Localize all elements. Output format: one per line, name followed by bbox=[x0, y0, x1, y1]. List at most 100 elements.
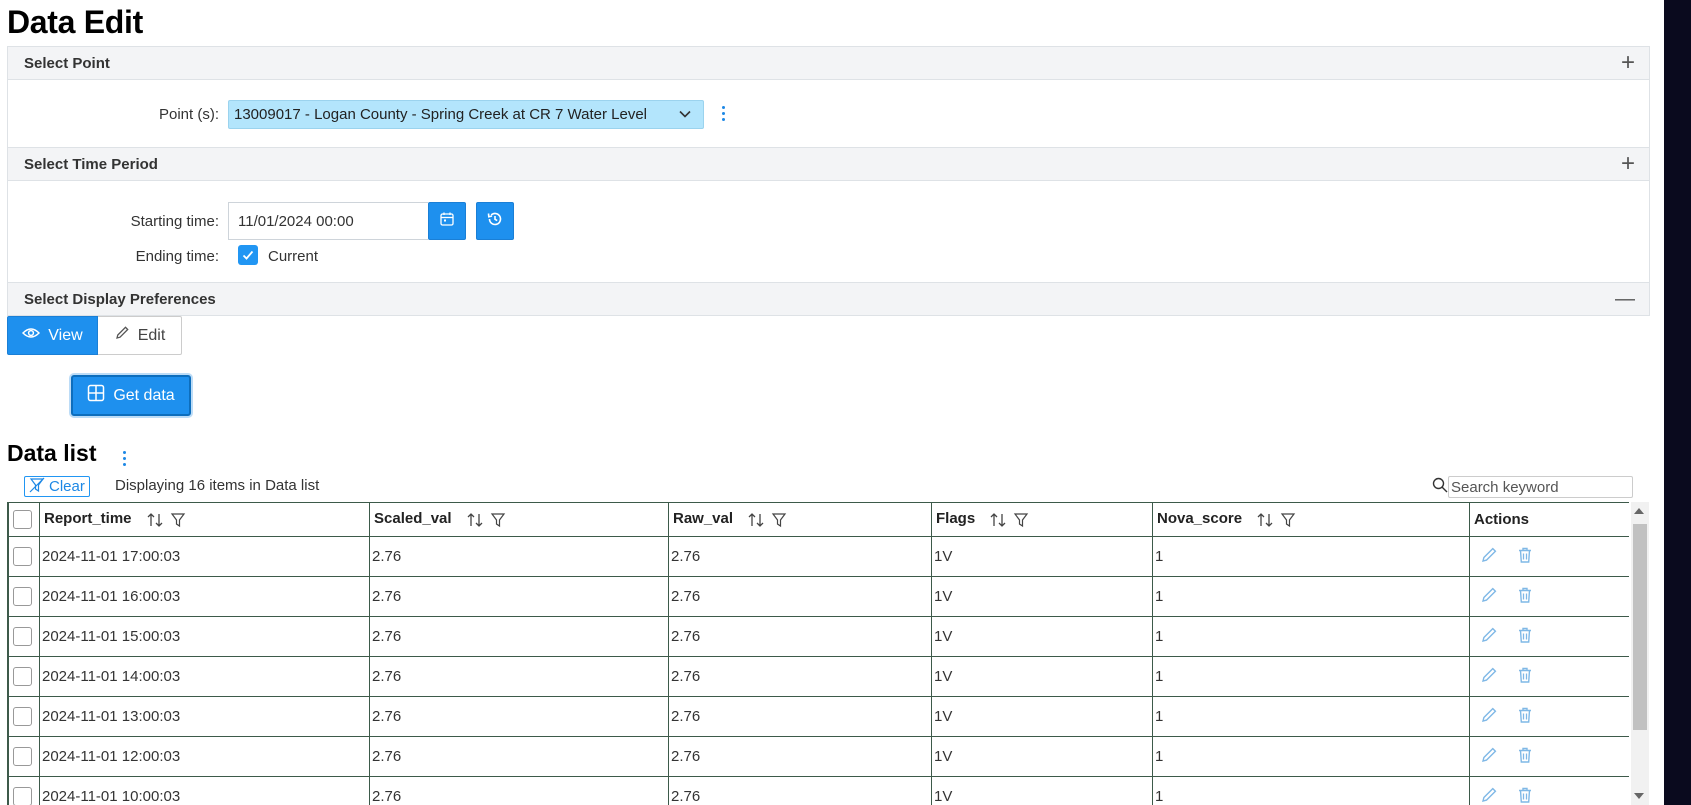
clear-filter-button[interactable]: Clear bbox=[24, 476, 90, 497]
edit-row-pencil-icon[interactable] bbox=[1480, 546, 1498, 568]
delete-row-trash-icon[interactable] bbox=[1516, 746, 1534, 768]
row-checkbox[interactable] bbox=[13, 707, 32, 726]
scroll-up-arrow[interactable] bbox=[1634, 508, 1644, 514]
row-checkbox[interactable] bbox=[13, 747, 32, 766]
delete-row-trash-icon[interactable] bbox=[1516, 546, 1534, 568]
nova-score-cell: 1 bbox=[1152, 616, 1470, 657]
grid-icon bbox=[87, 384, 105, 407]
table-row[interactable]: 2024-11-01 16:00:03 2.76 2.76 1V 1 bbox=[8, 576, 1629, 617]
raw-val-cell: 2.76 bbox=[668, 736, 932, 777]
data-list-options-icon[interactable] bbox=[123, 451, 126, 466]
edit-row-pencil-icon[interactable] bbox=[1480, 786, 1498, 805]
column-header-scaled-val[interactable]: Scaled_val bbox=[369, 502, 669, 537]
actions-cell bbox=[1469, 656, 1629, 697]
filter-icon bbox=[1280, 512, 1296, 527]
table-row[interactable]: 2024-11-01 15:00:03 2.76 2.76 1V 1 bbox=[8, 616, 1629, 657]
row-select-cell bbox=[8, 696, 40, 737]
get-data-button[interactable]: Get data bbox=[71, 375, 191, 416]
filter-icon bbox=[1013, 512, 1029, 527]
column-header-report-time[interactable]: Report_time bbox=[39, 502, 370, 537]
row-checkbox[interactable] bbox=[13, 547, 32, 566]
flags-cell: 1V bbox=[931, 656, 1153, 697]
select-all-header[interactable] bbox=[8, 502, 40, 537]
expand-point-toggle[interactable]: + bbox=[1621, 51, 1635, 75]
row-select-cell bbox=[8, 736, 40, 777]
sort-icon bbox=[1257, 512, 1273, 527]
delete-row-trash-icon[interactable] bbox=[1516, 786, 1534, 805]
reset-time-button[interactable] bbox=[476, 202, 514, 240]
row-checkbox[interactable] bbox=[13, 667, 32, 686]
scrollbar-thumb[interactable] bbox=[1633, 524, 1647, 730]
current-label: Current bbox=[268, 248, 319, 265]
sort-icon bbox=[467, 512, 483, 527]
column-header-raw-val[interactable]: Raw_val bbox=[668, 502, 932, 537]
actions-cell bbox=[1469, 736, 1629, 777]
report-time-cell: 2024-11-01 10:00:03 bbox=[39, 776, 370, 805]
edit-mode-button[interactable]: Edit bbox=[98, 316, 182, 355]
chevron-down-icon bbox=[677, 106, 693, 126]
current-checkbox[interactable] bbox=[238, 245, 258, 265]
point-select[interactable]: 13009017 - Logan County - Spring Creek a… bbox=[228, 100, 704, 129]
delete-row-trash-icon[interactable] bbox=[1516, 706, 1534, 728]
table-row[interactable]: 2024-11-01 13:00:03 2.76 2.76 1V 1 bbox=[8, 696, 1629, 737]
nova-score-cell: 1 bbox=[1152, 536, 1470, 577]
edit-row-pencil-icon[interactable] bbox=[1480, 706, 1498, 728]
row-select-cell bbox=[8, 616, 40, 657]
scaled-val-cell: 2.76 bbox=[369, 576, 669, 617]
point-label: Point (s): bbox=[158, 106, 219, 123]
scroll-down-arrow[interactable] bbox=[1634, 793, 1644, 799]
sort-icon bbox=[990, 512, 1006, 527]
column-header-flags[interactable]: Flags bbox=[931, 502, 1153, 537]
table-row[interactable]: 2024-11-01 10:00:03 2.76 2.76 1V 1 bbox=[8, 776, 1629, 805]
nova-score-cell: 1 bbox=[1152, 696, 1470, 737]
edit-row-pencil-icon[interactable] bbox=[1480, 586, 1498, 608]
table-row[interactable]: 2024-11-01 14:00:03 2.76 2.76 1V 1 bbox=[8, 656, 1629, 697]
expand-time-toggle[interactable]: + bbox=[1621, 152, 1635, 176]
delete-row-trash-icon[interactable] bbox=[1516, 626, 1534, 648]
raw-val-cell: 2.76 bbox=[668, 776, 932, 805]
edit-row-pencil-icon[interactable] bbox=[1480, 746, 1498, 768]
nova-score-cell: 1 bbox=[1152, 656, 1470, 697]
get-data-label: Get data bbox=[113, 386, 175, 404]
eye-icon bbox=[22, 326, 41, 345]
display-prefs-header[interactable]: Select Display Preferences — bbox=[7, 282, 1650, 316]
search-input[interactable] bbox=[1448, 476, 1633, 498]
select-point-header[interactable]: Select Point + bbox=[7, 46, 1650, 80]
edit-row-pencil-icon[interactable] bbox=[1480, 666, 1498, 688]
actions-cell bbox=[1469, 616, 1629, 657]
nova-score-cell: 1 bbox=[1152, 736, 1470, 777]
point-more-options-icon[interactable] bbox=[722, 106, 725, 121]
row-checkbox[interactable] bbox=[13, 627, 32, 646]
filter-icon bbox=[771, 512, 787, 527]
flags-cell: 1V bbox=[931, 616, 1153, 657]
calendar-button[interactable] bbox=[428, 202, 466, 240]
data-table: Report_time Scaled_val Raw_val Flags Nov… bbox=[7, 502, 1629, 805]
adjacent-window-edge bbox=[1664, 0, 1691, 805]
ending-time-label: Ending time: bbox=[135, 248, 219, 265]
view-mode-button[interactable]: View bbox=[7, 316, 98, 355]
table-row[interactable]: 2024-11-01 12:00:03 2.76 2.76 1V 1 bbox=[8, 736, 1629, 777]
pencil-icon bbox=[114, 325, 130, 346]
filter-clear-icon bbox=[29, 477, 45, 497]
collapse-display-toggle[interactable]: — bbox=[1615, 287, 1635, 311]
starting-time-value: 11/01/2024 00:00 bbox=[238, 212, 354, 230]
point-select-value: 13009017 - Logan County - Spring Creek a… bbox=[234, 106, 648, 123]
actions-cell bbox=[1469, 776, 1629, 805]
select-time-header[interactable]: Select Time Period + bbox=[7, 147, 1650, 181]
actions-cell bbox=[1469, 696, 1629, 737]
edit-row-pencil-icon[interactable] bbox=[1480, 626, 1498, 648]
delete-row-trash-icon[interactable] bbox=[1516, 666, 1534, 688]
table-row[interactable]: 2024-11-01 17:00:03 2.76 2.76 1V 1 bbox=[8, 536, 1629, 577]
sort-icon bbox=[147, 512, 162, 527]
starting-time-input[interactable]: 11/01/2024 00:00 bbox=[228, 202, 428, 240]
raw-val-cell: 2.76 bbox=[668, 656, 932, 697]
actions-cell bbox=[1469, 576, 1629, 617]
row-checkbox[interactable] bbox=[13, 587, 32, 606]
column-header-nova-score[interactable]: Nova_score bbox=[1152, 502, 1470, 537]
clear-filter-label: Clear bbox=[49, 478, 85, 495]
filter-icon bbox=[170, 512, 185, 527]
row-checkbox[interactable] bbox=[13, 787, 32, 805]
select-all-checkbox[interactable] bbox=[13, 510, 32, 529]
edit-mode-label: Edit bbox=[137, 326, 166, 344]
delete-row-trash-icon[interactable] bbox=[1516, 586, 1534, 608]
